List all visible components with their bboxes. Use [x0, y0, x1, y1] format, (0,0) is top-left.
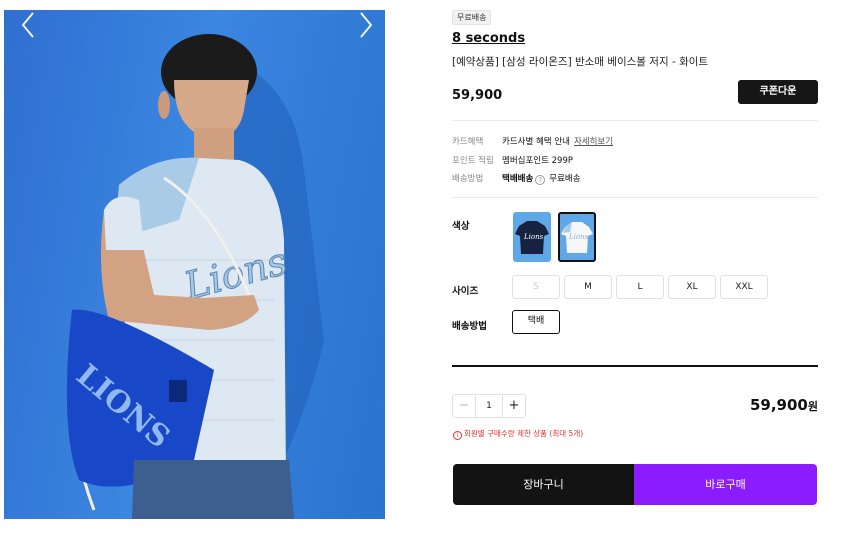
total-price: 59,900원: [750, 396, 818, 414]
purchase-limit-note: i 회원별 구매수량 제한 상품 (최대 5개): [453, 428, 583, 440]
product-price: 59,900: [452, 88, 503, 103]
divider: [452, 197, 818, 198]
help-icon[interactable]: ?: [535, 175, 546, 185]
product-title: [예약상품] [삼성 라이온즈] 반소매 베이스볼 저지 - 화이트: [452, 56, 709, 68]
size-xxl-button[interactable]: XXL: [720, 275, 768, 299]
total-unit: 원: [807, 400, 818, 413]
size-s-button[interactable]: S: [512, 275, 560, 299]
navy-jersey-icon: Lions: [515, 221, 549, 254]
svg-text:Lions: Lions: [523, 233, 544, 241]
card-benefit-value: 카드사별 혜택 안내: [502, 137, 570, 147]
total-amount: 59,900: [749, 396, 808, 414]
product-image: Lions LIONS: [4, 10, 385, 519]
point-row: 포인트 적립 멤버십포인트 299P: [452, 154, 573, 166]
point-label: 포인트 적립: [452, 156, 494, 166]
free-shipping-badge: 무료배송: [452, 10, 492, 25]
white-jersey-icon: Lions: [561, 222, 593, 253]
shipping-extra: 무료배송: [549, 174, 581, 184]
color-option-label: 색상: [452, 221, 470, 232]
model-photo: Lions LIONS: [66, 34, 324, 519]
brand-link[interactable]: 8 seconds: [452, 31, 525, 46]
size-xl-button[interactable]: XL: [668, 275, 716, 299]
divider: [452, 120, 818, 121]
size-option-label: 사이즈: [452, 286, 479, 297]
size-l-button[interactable]: L: [616, 275, 664, 299]
shipping-method-label: 배송방법: [452, 321, 487, 332]
quantity-increase-button[interactable]: +: [502, 394, 526, 418]
coupon-download-button[interactable]: 쿠폰다운: [738, 80, 818, 104]
svg-text:Lions: Lions: [568, 233, 589, 241]
add-to-cart-button[interactable]: 장바구니: [453, 464, 634, 505]
card-benefit-details-link[interactable]: 자세히보기: [574, 137, 613, 147]
info-warning-icon: i: [453, 431, 462, 440]
card-benefit-row: 카드혜택 카드사별 혜택 안내 자세히보기: [452, 135, 613, 147]
point-value: 멤버십포인트 299P: [502, 156, 573, 166]
options-divider: [452, 365, 818, 367]
buy-now-button[interactable]: 바로구매: [634, 464, 817, 505]
quantity-input[interactable]: 1: [475, 394, 503, 418]
quantity-stepper: − 1 +: [452, 394, 526, 418]
shipping-parcel-button[interactable]: 택배: [512, 310, 560, 334]
size-m-button[interactable]: M: [564, 275, 612, 299]
next-image-arrow-icon[interactable]: [356, 10, 376, 40]
prev-image-arrow-icon[interactable]: [18, 10, 38, 40]
color-swatch-navy[interactable]: Lions: [513, 212, 551, 262]
shipping-value: 택배배송: [502, 174, 534, 184]
shipping-label: 배송방법: [452, 174, 484, 184]
color-swatch-white[interactable]: Lions: [558, 212, 596, 262]
quantity-decrease-button[interactable]: −: [452, 394, 476, 418]
card-benefit-label: 카드혜택: [452, 137, 484, 147]
purchase-limit-text: 회원별 구매수량 제한 상품 (최대 5개): [464, 429, 584, 438]
shipping-row: 배송방법 택배배송? 무료배송: [452, 172, 581, 185]
